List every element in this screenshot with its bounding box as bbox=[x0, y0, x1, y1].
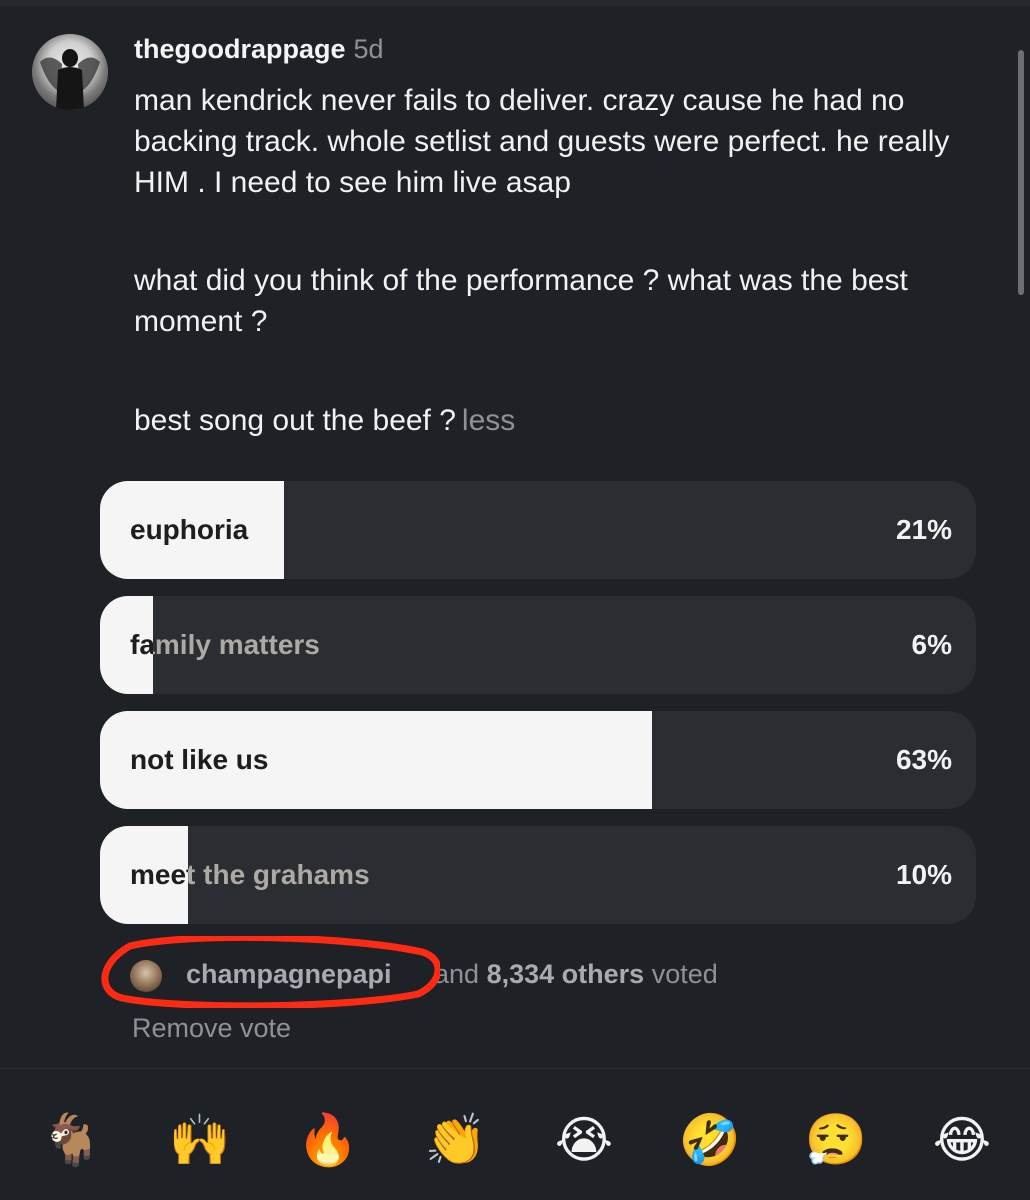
comment-question: best song out the beef ? bbox=[134, 404, 456, 437]
voter-count: 8,334 others bbox=[486, 959, 645, 989]
poll-option-percent: 21% bbox=[895, 514, 952, 545]
remove-vote-button[interactable]: Remove vote bbox=[132, 1008, 291, 1048]
poll-option-label: family matters bbox=[130, 629, 320, 660]
voter-count-text: and 8,334 others voted bbox=[434, 955, 718, 993]
face-with-tears-of-joy-icon[interactable]: 😂 bbox=[930, 1108, 994, 1172]
voter-username[interactable]: champagnepapi bbox=[186, 955, 392, 993]
top-edge bbox=[0, 0, 1030, 6]
clapping-hands-icon[interactable]: 👏 bbox=[424, 1108, 488, 1172]
comment-username[interactable]: thegoodrappage 5d bbox=[134, 34, 384, 65]
poll-option-meet-the-grahams[interactable]: meet the grahams 10% bbox=[100, 826, 976, 924]
poll-option-percent: 10% bbox=[895, 859, 952, 890]
less-link[interactable]: less bbox=[462, 404, 515, 437]
poll-option-family-matters[interactable]: family matters 6% bbox=[100, 596, 976, 694]
reaction-bar bbox=[0, 1068, 1030, 1200]
username-text[interactable]: thegoodrappage bbox=[134, 34, 346, 64]
raising-hands-icon[interactable]: 🙌 bbox=[168, 1108, 232, 1172]
comment-paragraph-3: best song out the beef ? less bbox=[134, 400, 1004, 441]
comment-paragraph-2: what did you think of the performance ? … bbox=[134, 264, 908, 338]
rolling-on-floor-laughing-icon[interactable]: 🤣 bbox=[678, 1108, 742, 1172]
fire-icon[interactable]: 🔥 bbox=[296, 1108, 360, 1172]
comment-timestamp: 5d bbox=[353, 34, 384, 64]
voter-suffix: voted bbox=[651, 959, 718, 989]
goat-icon[interactable]: 🐐 bbox=[40, 1108, 104, 1172]
face-exhaling-icon[interactable]: 😮‍💨 bbox=[804, 1108, 868, 1172]
avatar[interactable] bbox=[32, 34, 108, 110]
loudly-crying-face-icon[interactable]: 😭 bbox=[552, 1108, 616, 1172]
scrollbar[interactable] bbox=[1018, 50, 1024, 295]
comment-paragraph-1: man kendrick never fails to deliver. cra… bbox=[134, 84, 950, 199]
divider bbox=[0, 1068, 1030, 1069]
poll-option-label: euphoria bbox=[130, 514, 249, 545]
poll-option-not-like-us[interactable]: not like us 63% bbox=[100, 711, 976, 809]
voter-prefix: and bbox=[434, 959, 480, 989]
poll-option-label: not like us bbox=[130, 744, 269, 775]
poll-option-label: meet the grahams bbox=[130, 859, 370, 890]
poll-option-percent: 63% bbox=[895, 744, 952, 775]
poll-option-euphoria[interactable]: euphoria 21% bbox=[100, 481, 976, 579]
avatar-figure-icon bbox=[40, 49, 100, 110]
voter-avatar bbox=[130, 960, 162, 992]
poll-option-percent: 6% bbox=[911, 629, 952, 660]
